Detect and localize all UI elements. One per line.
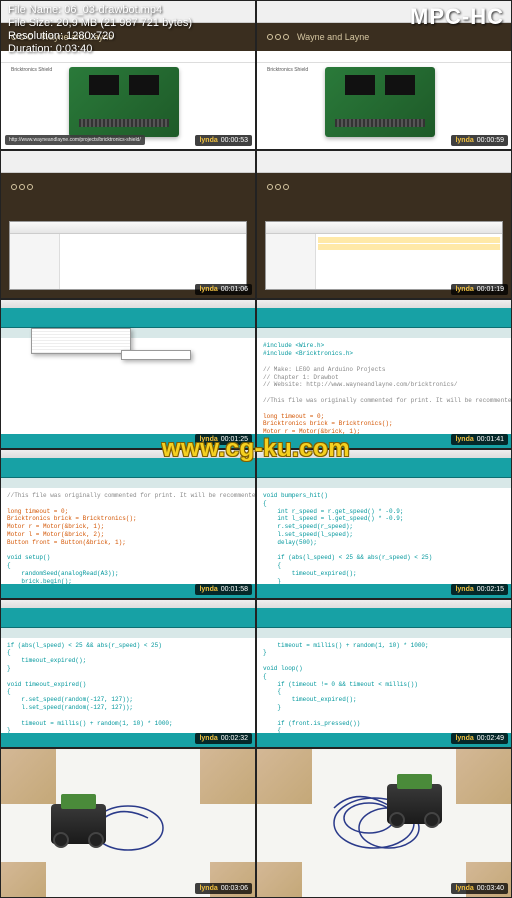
code-editor: #include <Wire.h> #include <Bricktronics… [257,338,511,434]
selected-file-row [318,237,500,243]
circuit-board-image [69,67,179,137]
timestamp-badge: lynda00:00:53 [195,135,252,146]
thumb-6: #include <Wire.h> #include <Bricktronics… [256,299,512,449]
thumb-11: lynda00:03:06 [0,748,256,898]
ide-titlebar [1,300,255,308]
logo-icon [267,184,289,190]
media-info-overlay: File Name: 06_03-drawbot.mp4 File Size: … [0,0,512,59]
thumb-4: lynda00:01:19 [256,150,512,300]
robot [51,804,106,844]
filesize: File Size: 20,9 MB (21 987 721 bytes) [8,17,192,29]
resolution: Resolution: 1280x720 [8,30,192,42]
thumb-7: //This file was originally commented for… [0,449,256,599]
logo-icon [11,184,33,190]
wood-panel [1,749,56,804]
code-editor: timeout = millis() + random(1, 10) * 100… [257,638,511,734]
thumb-3: lynda00:01:06 [0,150,256,300]
thumb-5: lynda00:01:25 [0,299,256,449]
thumb-10: timeout = millis() + random(1, 10) * 100… [256,599,512,749]
file-dialog [9,221,247,291]
player-name: MPC-HC [410,4,504,55]
product-label: Bricktronics Shield [11,67,61,145]
code-editor: if (abs(l_speed) < 25 && abs(r_speed) < … [1,638,255,734]
thumb-9: if (abs(l_speed) < 25 && abs(r_speed) < … [0,599,256,749]
file-dialog [265,221,503,291]
duration: Duration: 0:03:40 [8,43,192,55]
ide-toolbar [1,308,255,328]
wood-panel [1,862,46,897]
circuit-board-image [325,67,435,137]
dialog-sidebar [10,234,60,290]
robot [387,784,442,824]
wood-panel [200,749,255,804]
thumb-12: lynda00:03:40 [256,748,512,898]
thumb-8: void bumpers_hit() { int r_speed = r.get… [256,449,512,599]
url-tooltip: http://www.wayneandlayne.com/projects/br… [5,135,145,145]
code-editor: void bumpers_hit() { int r_speed = r.get… [257,488,511,584]
filename: File Name: 06_03-drawbot.mp4 [8,4,192,16]
ide-submenu [121,350,191,360]
code-editor: //This file was originally commented for… [1,488,255,584]
ide-menu [31,328,131,354]
thumbnail-grid: Wayne and Layne Bricktronics Shield http… [0,0,512,898]
dialog-filelist [60,234,246,290]
